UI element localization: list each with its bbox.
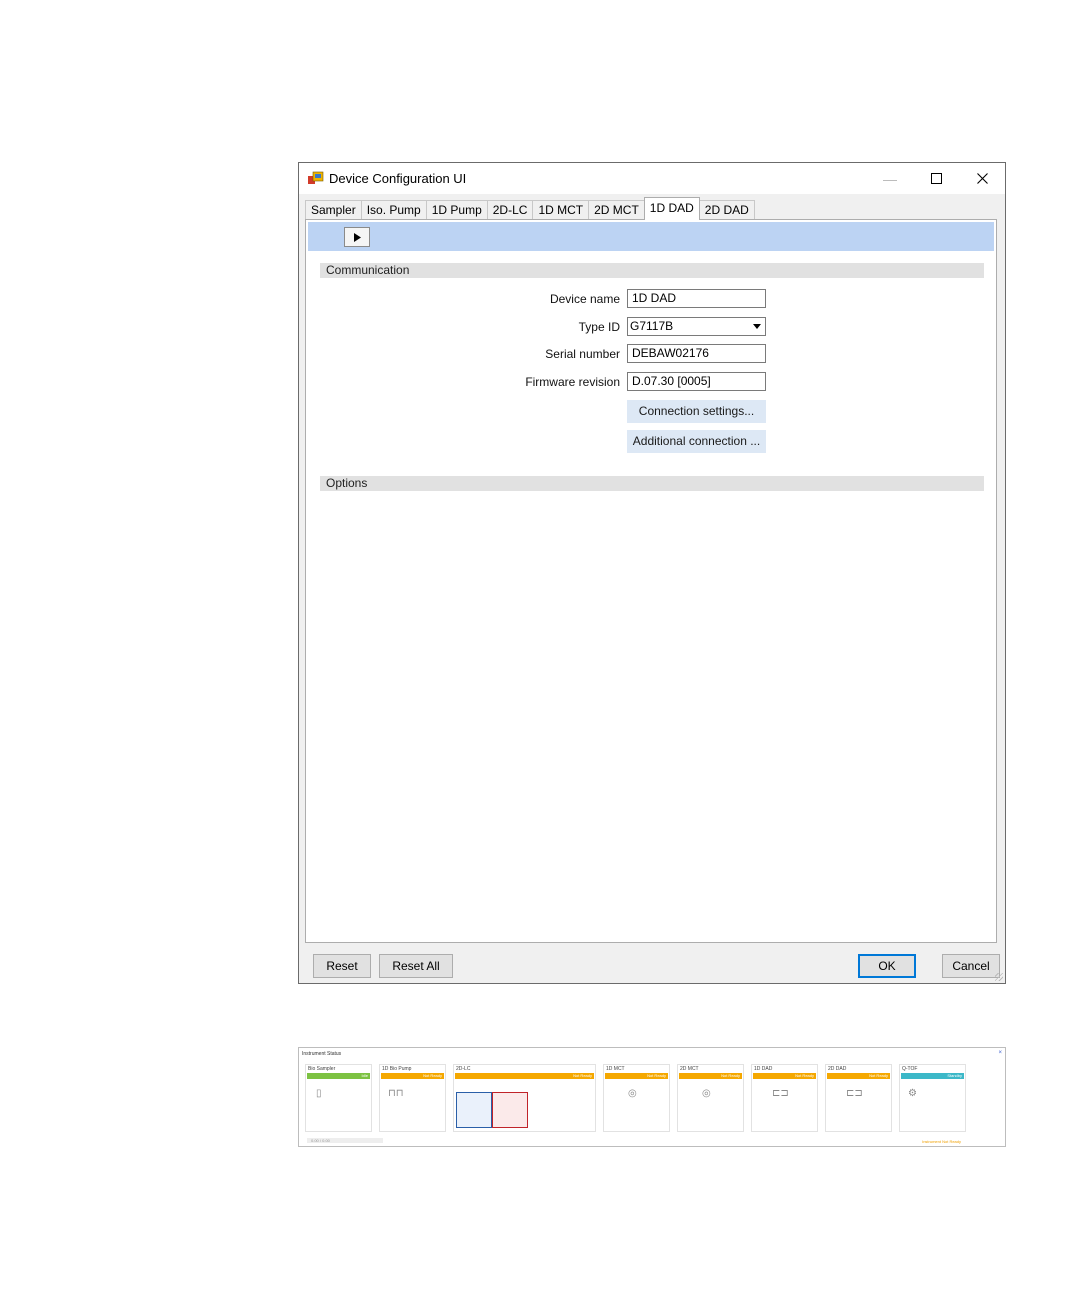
firmware-revision-field[interactable]: D.07.30 [0005]: [627, 372, 766, 391]
tab-strip: Sampler Iso. Pump 1D Pump 2D-LC 1D MCT 2…: [305, 197, 755, 220]
module-state-bar: Not Ready: [455, 1073, 594, 1079]
detector-icon: ⊏⊐: [846, 1088, 863, 1099]
tab-iso-pump[interactable]: Iso. Pump: [360, 200, 427, 220]
resize-grip-icon[interactable]: [995, 973, 1003, 981]
tab-page-1d-dad: Communication Device name 1D DAD Type ID…: [305, 219, 997, 943]
instrument-status-panel: Instrument Status × Bio Sampler Idle ▯ 1…: [298, 1047, 1006, 1147]
additional-connection-button[interactable]: Additional connection ...: [627, 430, 766, 453]
ok-button[interactable]: OK: [858, 954, 916, 978]
options-header: Options: [320, 476, 984, 491]
valve-2-icon: [492, 1092, 528, 1128]
minimize-icon: —: [883, 170, 897, 187]
module-name: 1D DAD: [754, 1066, 773, 1072]
dialog-button-bar: Reset Reset All OK Cancel: [299, 943, 1005, 983]
module-card-q-tof[interactable]: Q-TOF Standby ⚙: [899, 1064, 966, 1132]
reset-all-button[interactable]: Reset All: [379, 954, 453, 978]
maximize-button[interactable]: [913, 163, 959, 194]
expand-button[interactable]: [344, 227, 370, 247]
module-card-2d-mct[interactable]: 2D MCT Not Ready ◎: [677, 1064, 744, 1132]
module-name: 2D DAD: [828, 1066, 847, 1072]
module-state-bar: Not Ready: [827, 1073, 890, 1079]
module-state-bar: Not Ready: [381, 1073, 444, 1079]
communication-header: Communication: [320, 263, 984, 278]
device-configuration-dialog: Device Configuration UI — Sampler Iso. P…: [298, 162, 1006, 984]
detector-icon: ⊏⊐: [772, 1088, 789, 1099]
module-state-bar: Standby: [901, 1073, 964, 1079]
module-card-2d-lc[interactable]: 2D-LC Not Ready: [453, 1064, 596, 1132]
window-title: Device Configuration UI: [329, 171, 467, 186]
type-id-dropdown[interactable]: G7117B: [627, 317, 766, 336]
firmware-revision-label: Firmware revision: [525, 375, 620, 389]
maximize-icon: [930, 173, 942, 184]
module-name: 1D MCT: [606, 1066, 625, 1072]
sampler-icon: ▯: [316, 1088, 322, 1099]
module-name: Q-TOF: [902, 1066, 918, 1072]
tab-2d-dad[interactable]: 2D DAD: [698, 200, 755, 220]
instrument-status-title: Instrument Status: [302, 1051, 342, 1057]
tab-1d-dad[interactable]: 1D DAD: [643, 197, 700, 220]
tab-2d-lc[interactable]: 2D-LC: [486, 200, 534, 220]
connection-settings-button[interactable]: Connection settings...: [627, 400, 766, 423]
cancel-button[interactable]: Cancel: [942, 954, 1000, 978]
valve-1-icon: [456, 1092, 492, 1128]
module-name: 1D Bio Pump: [382, 1066, 412, 1072]
instrument-status-text: Instrument Not Ready: [922, 1139, 961, 1144]
toolstrip: [308, 222, 994, 251]
reset-button[interactable]: Reset: [313, 954, 371, 978]
tab-1d-mct[interactable]: 1D MCT: [532, 200, 590, 220]
module-card-1d-mct[interactable]: 1D MCT Not Ready ◎: [603, 1064, 670, 1132]
play-arrow-icon: [353, 232, 361, 242]
tab-2d-mct[interactable]: 2D MCT: [588, 200, 645, 220]
module-card-bio-sampler[interactable]: Bio Sampler Idle ▯: [305, 1064, 372, 1132]
serial-number-field[interactable]: DEBAW02176: [627, 344, 766, 363]
mass-spec-icon: ⚙: [908, 1088, 917, 1099]
module-card-1d-dad[interactable]: 1D DAD Not Ready ⊏⊐: [751, 1064, 818, 1132]
app-icon: [308, 171, 324, 184]
module-state-bar: Not Ready: [753, 1073, 816, 1079]
device-name-field[interactable]: 1D DAD: [627, 289, 766, 308]
status-close-icon[interactable]: ×: [998, 1050, 1002, 1056]
tab-sampler[interactable]: Sampler: [305, 200, 362, 220]
column-valve-icon: ◎: [628, 1088, 637, 1099]
module-name: Bio Sampler: [308, 1066, 336, 1072]
module-state-bar: Not Ready: [605, 1073, 668, 1079]
module-name: 2D MCT: [680, 1066, 699, 1072]
dropdown-arrow-icon: [753, 324, 761, 329]
type-id-value: G7117B: [630, 319, 674, 333]
type-id-label: Type ID: [578, 320, 620, 334]
column-valve-icon: ◎: [702, 1088, 711, 1099]
module-state-bar: Idle: [307, 1073, 370, 1079]
device-name-label: Device name: [549, 292, 620, 306]
module-state-bar: Not Ready: [679, 1073, 742, 1079]
module-card-1d-bio-pump[interactable]: 1D Bio Pump Not Ready ⊓⊓: [379, 1064, 446, 1132]
module-name: 2D-LC: [456, 1066, 471, 1072]
pump-icon: ⊓⊓: [388, 1088, 404, 1099]
close-icon: [976, 173, 988, 184]
serial-number-label: Serial number: [545, 347, 620, 361]
module-card-2d-dad[interactable]: 2D DAD Not Ready ⊏⊐: [825, 1064, 892, 1132]
status-progress-bar: 0.00 / 0.00: [307, 1138, 383, 1143]
title-bar[interactable]: Device Configuration UI —: [299, 163, 1005, 194]
minimize-button[interactable]: —: [867, 163, 913, 194]
close-button[interactable]: [959, 163, 1005, 194]
tab-1d-pump[interactable]: 1D Pump: [425, 200, 488, 220]
